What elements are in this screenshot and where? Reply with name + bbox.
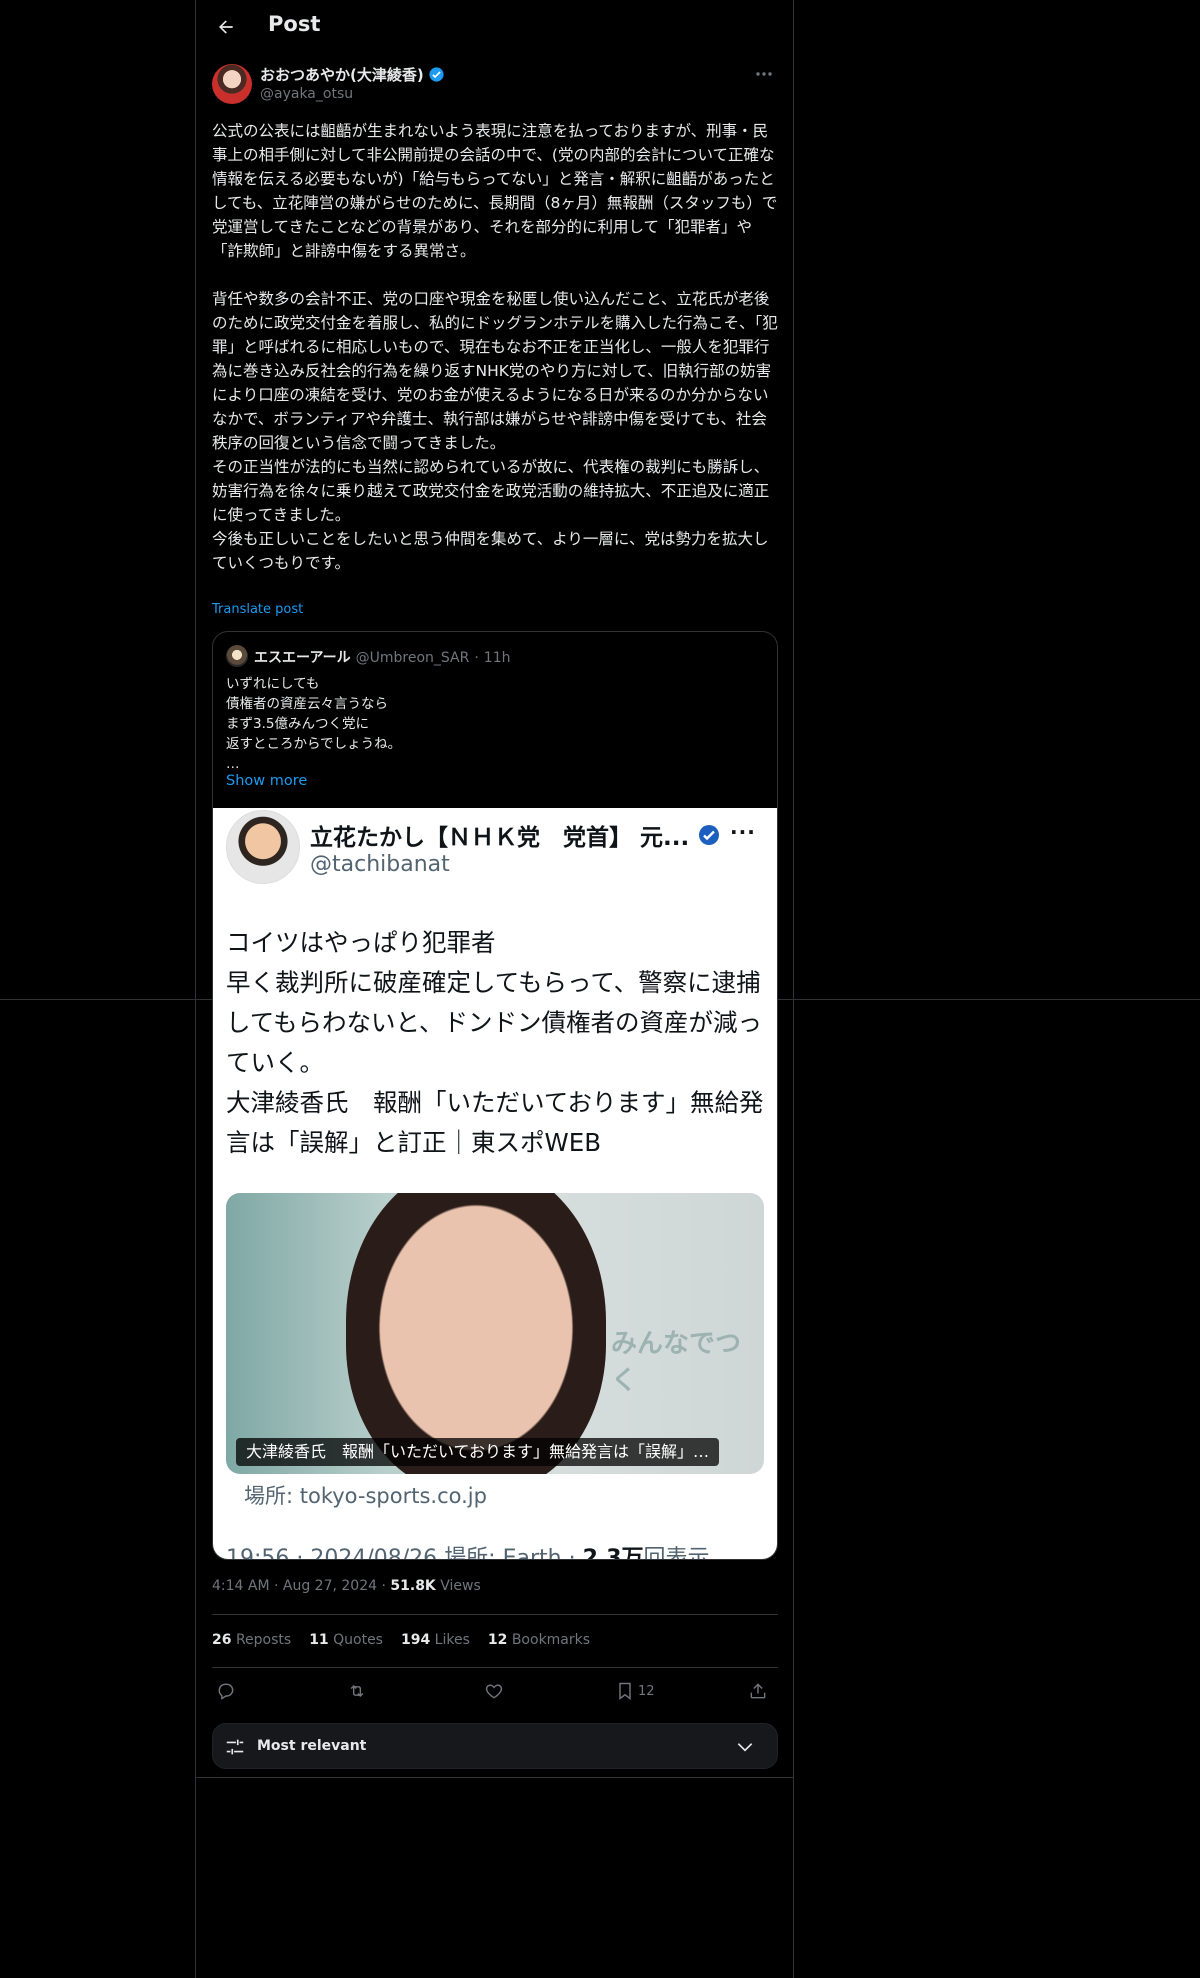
share-button[interactable] <box>748 1678 768 1704</box>
more-dots-icon <box>756 72 772 76</box>
bookmark-icon <box>619 1682 631 1700</box>
post-time[interactable]: 4:14 AM · Aug 27, 2024 · <box>212 1578 390 1594</box>
quote-text: いずれにしても 債権者の資産云々言うなら まず3.5億みんつく党に 返すところか… <box>226 676 402 772</box>
photo-caption: 大津綾香氏 報酬「いただいております」無給発言は「誤解」… <box>236 1438 720 1466</box>
engagement-stats: 26 Reposts 11 Quotes 194 Likes 12 Bookma… <box>212 1632 590 1648</box>
author-name-row: おおつあやか(大津綾香) <box>260 64 445 85</box>
likes-label: Likes <box>434 1632 470 1648</box>
quote-separator: · <box>474 650 479 666</box>
divider <box>212 1667 778 1668</box>
divider <box>196 1777 793 1778</box>
bookmarks-label: Bookmarks <box>511 1632 591 1648</box>
action-bar: 12 <box>212 1678 778 1704</box>
screenshot-meta: 19:56 · 2024/08/26 場所: Earth · 2.3万回表示 <box>226 1540 710 1560</box>
likes-count: 194 <box>400 1632 431 1648</box>
reply-sort-dropdown[interactable]: Most relevant <box>212 1723 778 1769</box>
share-icon <box>750 1683 766 1699</box>
divider <box>212 1614 778 1615</box>
reply-icon <box>218 1683 234 1700</box>
reposts-stat[interactable]: 26 Reposts <box>212 1632 291 1648</box>
screenshot-text: コイツはやっぱり犯罪者 早く裁判所に破産確定してもらって、警察に逮捕してもらわな… <box>226 928 764 1157</box>
reply-button[interactable] <box>216 1678 236 1704</box>
quote-time: 11h <box>483 650 511 666</box>
verified-badge-icon <box>429 67 444 82</box>
screenshot-name-row: 立花たかし【ＮＨＫ党 党首】 元... <box>310 818 721 852</box>
quotes-label: Quotes <box>333 1632 383 1648</box>
heart-icon <box>485 1684 503 1699</box>
author-name[interactable]: おおつあやか(大津綾香) <box>260 64 424 85</box>
repost-button[interactable] <box>346 1678 368 1704</box>
reposts-label: Reposts <box>235 1632 292 1648</box>
page-title: Post <box>268 12 321 36</box>
main-column: Post おおつあやか(大津綾香) @ayaka_otsu 公式の公表には齟齬が… <box>195 0 794 1978</box>
author-handle[interactable]: @ayaka_otsu <box>260 86 353 102</box>
views-label: Views <box>435 1578 481 1594</box>
screenshot-verified-icon <box>699 825 720 845</box>
bookmarks-stat[interactable]: 12 Bookmarks <box>488 1632 590 1648</box>
screenshot-view-count: 2.3万 <box>582 1546 644 1560</box>
sort-label: Most relevant <box>257 1738 367 1754</box>
post-text: 公式の公表には齟齬が生まれないよう表現に注意を払っておりますが、刑事・民事上の相… <box>212 122 778 572</box>
more-options-button[interactable] <box>750 64 778 84</box>
quotes-count: 11 <box>309 1632 329 1648</box>
post-header: Post <box>196 0 793 54</box>
bookmark-count: 12 <box>638 1683 655 1699</box>
reposts-count: 26 <box>212 1632 232 1648</box>
photo-portrait <box>346 1193 606 1474</box>
sliders-icon <box>226 1739 244 1755</box>
screenshot-link-domain: 場所: tokyo-sports.co.jp <box>244 1484 487 1508</box>
back-button[interactable] <box>212 13 240 41</box>
likes-stat[interactable]: 194 Likes <box>401 1632 470 1648</box>
screenshot-avatar <box>226 810 300 884</box>
quoted-post[interactable]: エスエーアール @Umbreon_SAR · 11h いずれにしても 債権者の資… <box>212 631 778 1560</box>
bookmarks-count: 12 <box>487 1632 508 1648</box>
chevron-down-icon <box>737 1743 753 1752</box>
quote-screenshot-image: 立花たかし【ＮＨＫ党 党首】 元... ··· @tachibanat コイツは… <box>213 808 777 1560</box>
quote-author-handle: @Umbreon_SAR <box>355 650 470 666</box>
quotes-stat[interactable]: 11 Quotes <box>309 1632 383 1648</box>
post-timestamp: 4:14 AM · Aug 27, 2024 · 51.8K Views <box>212 1578 481 1594</box>
screenshot-meta-suffix: 回表示 <box>643 1546 710 1560</box>
arrow-left-icon <box>219 20 233 34</box>
view-count: 51.8K <box>390 1578 436 1594</box>
screenshot-more-icon: ··· <box>730 820 756 844</box>
screenshot-news-photo: みんなでつく 大津綾香氏 報酬「いただいております」無給発言は「誤解」… <box>226 1193 764 1474</box>
like-button[interactable] <box>484 1678 504 1704</box>
quote-header: エスエーアール @Umbreon_SAR · 11h <box>254 647 510 667</box>
author-avatar[interactable] <box>212 64 252 104</box>
repost-icon <box>350 1684 364 1698</box>
bookmark-button[interactable]: 12 <box>616 1678 655 1704</box>
screenshot-author-name: 立花たかし【ＮＨＫ党 党首】 元... <box>310 825 690 851</box>
screenshot-meta-prefix: 19:56 · 2024/08/26 場所: Earth · <box>226 1546 583 1560</box>
photo-background-text: みんなでつく <box>611 1329 742 1396</box>
screenshot-handle: @tachibanat <box>310 852 450 877</box>
quote-avatar <box>226 645 248 667</box>
quote-author-name: エスエーアール <box>254 650 351 666</box>
show-more-link[interactable]: Show more <box>226 773 307 789</box>
translate-post-link[interactable]: Translate post <box>212 602 303 617</box>
